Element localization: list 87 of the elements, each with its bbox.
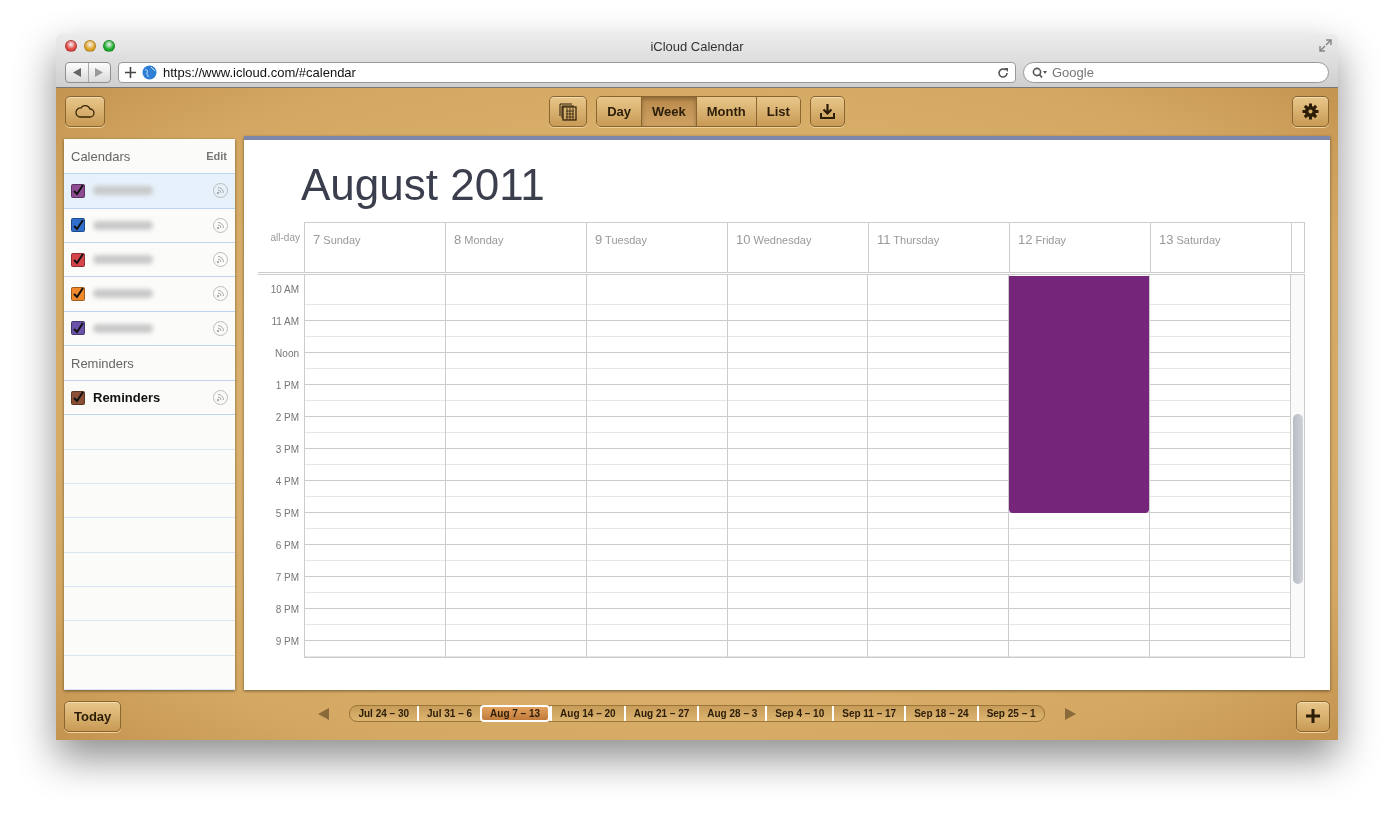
search-icon xyxy=(1032,66,1048,79)
hour-label: 2 PM xyxy=(275,412,299,423)
subscription-icon xyxy=(213,320,228,336)
hour-label: 9 PM xyxy=(275,636,299,647)
blurred-name xyxy=(93,289,153,299)
hour-label: 11 AM xyxy=(271,316,299,327)
hour-label: 7 PM xyxy=(275,572,299,583)
checkmark-icon xyxy=(72,392,84,404)
hour-label: 10 AM xyxy=(270,284,299,295)
calendar-checkbox[interactable] xyxy=(71,286,85,301)
hour-label: 8 PM xyxy=(275,604,299,615)
download-button[interactable] xyxy=(809,96,845,127)
week-button[interactable]: Jul 24 – 30 xyxy=(350,706,417,721)
cloud-icon xyxy=(75,104,95,118)
checkmark-icon xyxy=(72,322,84,334)
calendars-button[interactable] xyxy=(549,96,588,127)
back-arrow-icon xyxy=(72,68,81,77)
subscription-icon xyxy=(213,252,228,268)
all-day-label: all-day xyxy=(269,231,301,245)
hour-label: 4 PM xyxy=(275,476,299,487)
hour-label: 1 PM xyxy=(275,380,299,391)
week-button[interactable]: Sep 11 – 17 xyxy=(832,706,905,721)
address-field[interactable]: https://www.icloud.com/#calendar xyxy=(118,62,1016,83)
subscription-icon xyxy=(213,217,228,233)
calendar-checkbox[interactable] xyxy=(71,218,85,233)
edit-link[interactable]: Edit xyxy=(206,150,227,163)
day-header: 9 Tuesday xyxy=(595,234,647,246)
window-title: iCloud Calendar xyxy=(650,38,744,54)
settings-icon xyxy=(1302,102,1319,120)
scrollbar[interactable] xyxy=(1291,275,1305,658)
search-field[interactable]: Google xyxy=(1023,62,1329,83)
day-header: 12 Friday xyxy=(1018,234,1067,246)
week-button[interactable]: Sep 18 – 24 xyxy=(904,706,977,721)
hour-label: 3 PM xyxy=(275,444,299,455)
settings-button[interactable] xyxy=(1292,95,1329,127)
checkmark-icon xyxy=(72,185,84,197)
plus-icon xyxy=(1306,709,1320,723)
minimize-button[interactable] xyxy=(84,40,96,52)
calendar-checkbox[interactable] xyxy=(71,252,85,267)
checkmark-icon xyxy=(72,219,84,231)
day-header: 10 Wednesday xyxy=(736,234,812,246)
zoom-button[interactable] xyxy=(103,40,115,52)
day-column[interactable] xyxy=(1008,275,1150,657)
section-heading: Calendars xyxy=(71,148,131,164)
fullscreen-icon[interactable] xyxy=(1319,39,1332,52)
hour-label: 6 PM xyxy=(275,540,299,551)
day-header: 8 Monday xyxy=(454,234,504,246)
week-button[interactable]: Aug 21 – 27 xyxy=(623,706,698,721)
hour-label: 5 PM xyxy=(275,508,299,519)
view-tab[interactable]: Week xyxy=(641,97,696,126)
reload-icon[interactable] xyxy=(997,66,1009,79)
close-button[interactable] xyxy=(65,40,77,52)
day-header: 7 Sunday xyxy=(313,234,361,246)
today-button[interactable]: Today xyxy=(64,700,122,732)
day-header: 13 Saturday xyxy=(1159,234,1221,246)
subscription-icon xyxy=(213,286,228,302)
week-button[interactable]: Aug 7 – 13 xyxy=(480,705,551,722)
blurred-name xyxy=(93,255,153,265)
download-icon xyxy=(819,104,835,119)
subscription-icon xyxy=(213,390,228,406)
blurred-name xyxy=(93,186,153,196)
view-tab[interactable]: Day xyxy=(597,97,641,126)
subscription-icon xyxy=(213,183,228,199)
reminder-list-item[interactable]: Reminders xyxy=(64,381,235,416)
plus-icon[interactable] xyxy=(125,67,136,78)
month-title: August 2011 xyxy=(301,162,546,208)
reminder-checkbox[interactable] xyxy=(71,390,85,405)
week-button[interactable]: Aug 28 – 3 xyxy=(697,706,766,721)
view-tab[interactable]: List xyxy=(755,97,800,126)
checkmark-icon xyxy=(72,288,84,300)
forward-arrow-icon xyxy=(95,68,104,77)
week-button[interactable]: Aug 14 – 20 xyxy=(550,706,624,721)
add-button[interactable] xyxy=(1296,700,1330,732)
calendar-checkbox[interactable] xyxy=(71,183,85,198)
week-button[interactable]: Sep 25 – 1 xyxy=(976,706,1044,721)
day-header: 11 Thursday xyxy=(877,234,940,246)
hour-label: Noon xyxy=(275,348,299,359)
icloud-button[interactable] xyxy=(65,95,105,127)
calendar-checkbox[interactable] xyxy=(71,321,85,336)
week-button[interactable]: Sep 4 – 10 xyxy=(765,706,833,721)
view-tab[interactable]: Month xyxy=(695,97,756,126)
checkmark-icon xyxy=(72,254,84,266)
section-heading: Reminders xyxy=(71,355,134,371)
globe-icon xyxy=(142,65,157,80)
blurred-name xyxy=(93,220,153,230)
calendar-stack-icon xyxy=(559,102,578,121)
blurred-name xyxy=(93,323,153,333)
